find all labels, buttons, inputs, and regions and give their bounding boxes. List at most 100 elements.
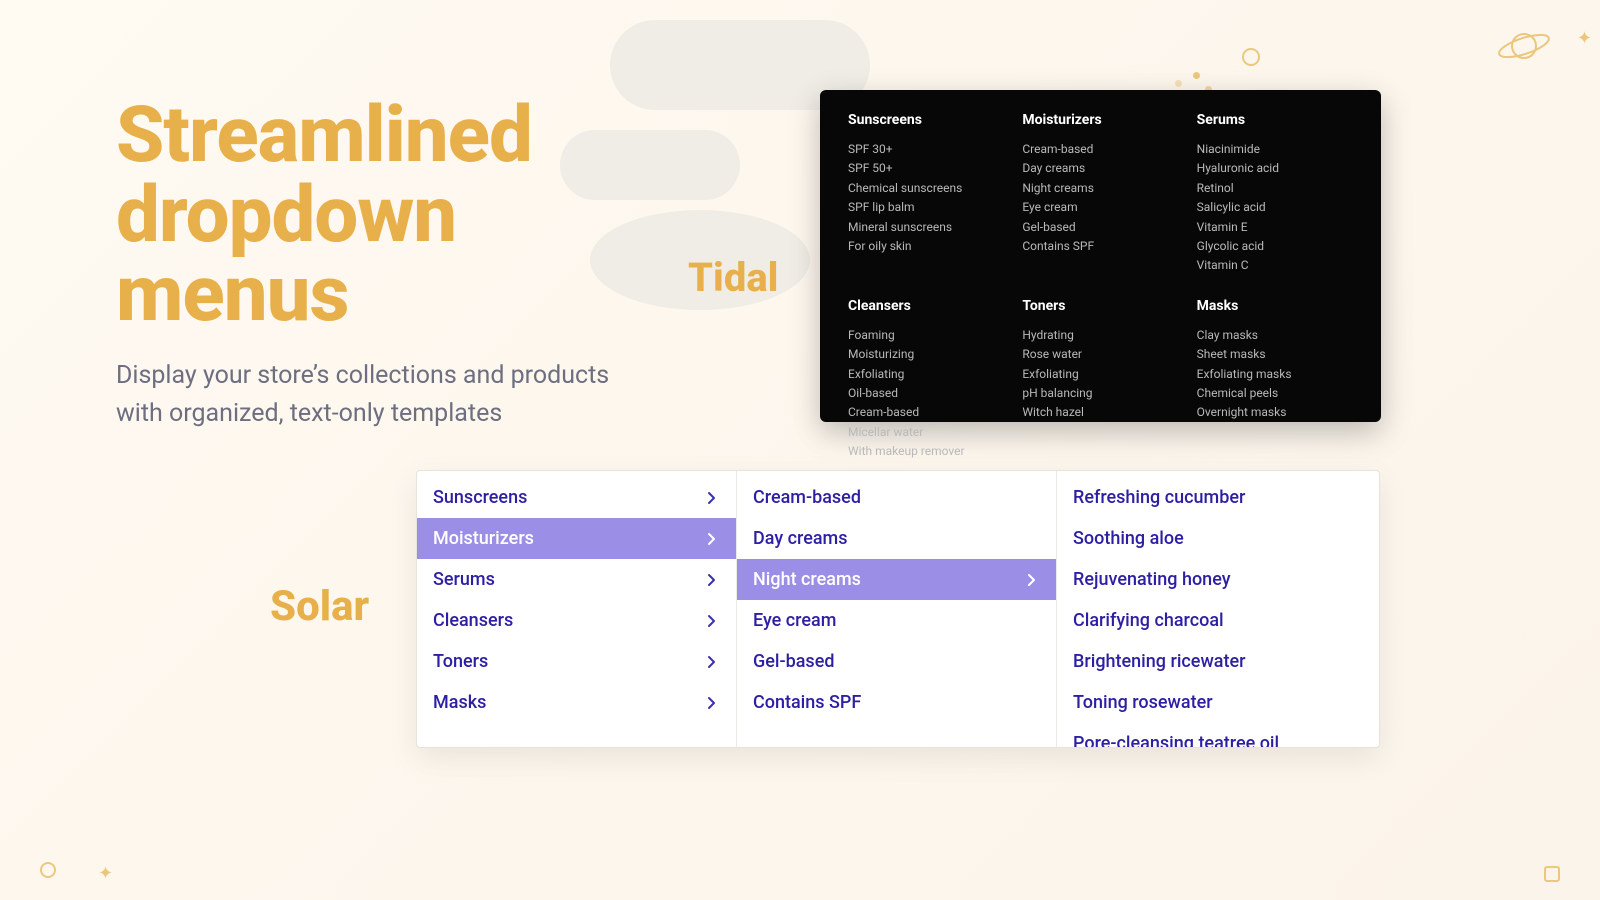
- solar-item[interactable]: Soothing aloe: [1057, 518, 1379, 559]
- tidal-item[interactable]: Foaming: [848, 326, 1004, 345]
- tidal-item[interactable]: Vitamin C: [1197, 256, 1353, 275]
- tidal-item[interactable]: Exfoliating masks: [1197, 365, 1353, 384]
- ring-icon: [1242, 48, 1260, 66]
- sparkle-icon: ✦: [1577, 28, 1592, 49]
- tidal-heading[interactable]: Sunscreens: [848, 112, 1004, 128]
- solar-item[interactable]: Sunscreens: [417, 477, 736, 518]
- tidal-item[interactable]: Oil-based: [848, 384, 1004, 403]
- solar-item-label: Eye cream: [753, 610, 836, 631]
- tidal-item[interactable]: Exfoliating: [1022, 365, 1178, 384]
- solar-item-label: Toners: [433, 651, 488, 672]
- tidal-item[interactable]: With makeup remover: [848, 442, 1004, 461]
- tidal-column: Moisturizers Cream-basedDay creamsNight c…: [1022, 112, 1178, 276]
- tidal-item[interactable]: Chemical peels: [1197, 384, 1353, 403]
- solar-item[interactable]: Eye cream: [737, 600, 1056, 641]
- template-label-tidal: Tidal: [688, 254, 778, 301]
- tidal-list: NiacinimideHyaluronic acidRetinolSalicyl…: [1197, 140, 1353, 276]
- solar-column-2: Cream-basedDay creamsNight creams Eye cre…: [737, 471, 1057, 747]
- tidal-column: Masks Clay masksSheet masksExfoliating ma…: [1197, 298, 1353, 462]
- tidal-item[interactable]: Contains SPF: [1022, 237, 1178, 256]
- tidal-list: FoamingMoisturizingExfoliatingOil-basedC…: [848, 326, 1004, 462]
- solar-item[interactable]: Serums: [417, 559, 736, 600]
- tidal-item[interactable]: pH balancing: [1022, 384, 1178, 403]
- tidal-list: Clay masksSheet masksExfoliating masksCh…: [1197, 326, 1353, 423]
- tidal-column: Sunscreens SPF 30+SPF 50+Chemical sunscre…: [848, 112, 1004, 276]
- chevron-right-icon: [704, 613, 720, 629]
- tidal-item[interactable]: SPF lip balm: [848, 198, 1004, 217]
- tidal-item[interactable]: Eye cream: [1022, 198, 1178, 217]
- solar-column-3: Refreshing cucumber Soothing aloe Rejuvena…: [1057, 471, 1379, 747]
- solar-item[interactable]: Pore-cleansing teatree oil: [1057, 723, 1379, 747]
- tidal-list: HydratingRose waterExfoliatingpH balanci…: [1022, 326, 1178, 423]
- planet-icon: [1494, 26, 1550, 70]
- tidal-heading[interactable]: Masks: [1197, 298, 1353, 314]
- tidal-item[interactable]: Retinol: [1197, 179, 1353, 198]
- tidal-item[interactable]: Exfoliating: [848, 365, 1004, 384]
- tidal-item[interactable]: Gel-based: [1022, 218, 1178, 237]
- solar-item[interactable]: Day creams: [737, 518, 1056, 559]
- tidal-item[interactable]: Hydrating: [1022, 326, 1178, 345]
- tidal-item[interactable]: Mineral sunscreens: [848, 218, 1004, 237]
- tidal-item[interactable]: Sheet masks: [1197, 345, 1353, 364]
- title-line: dropdown: [116, 170, 456, 261]
- tidal-item[interactable]: Overnight masks: [1197, 403, 1353, 422]
- tidal-heading[interactable]: Serums: [1197, 112, 1353, 128]
- chevron-right-icon: [1024, 572, 1040, 588]
- tidal-item[interactable]: Vitamin E: [1197, 218, 1353, 237]
- solar-item-label: Pore-cleansing teatree oil: [1073, 733, 1279, 747]
- tidal-item[interactable]: SPF 30+: [848, 140, 1004, 159]
- solar-item-label: Refreshing cucumber: [1073, 487, 1245, 508]
- solar-item[interactable]: Brightening ricewater: [1057, 641, 1379, 682]
- page-title: Streamlined dropdown menus: [116, 96, 716, 335]
- tidal-item[interactable]: Rose water: [1022, 345, 1178, 364]
- tidal-list: Cream-basedDay creamsNight creamsEye cre…: [1022, 140, 1178, 256]
- tidal-heading[interactable]: Moisturizers: [1022, 112, 1178, 128]
- tidal-item[interactable]: Micellar water: [848, 423, 1004, 442]
- tidal-item[interactable]: For oily skin: [848, 237, 1004, 256]
- tidal-item[interactable]: Hyaluronic acid: [1197, 159, 1353, 178]
- solar-item-label: Contains SPF: [753, 692, 861, 713]
- tidal-item[interactable]: Witch hazel: [1022, 403, 1178, 422]
- circle-icon: [40, 862, 56, 878]
- tidal-heading[interactable]: Toners: [1022, 298, 1178, 314]
- tidal-megamenu: Sunscreens SPF 30+SPF 50+Chemical sunscre…: [820, 90, 1381, 422]
- solar-item-label: Rejuvenating honey: [1073, 569, 1231, 590]
- solar-item-label: Soothing aloe: [1073, 528, 1184, 549]
- chevron-right-icon: [704, 490, 720, 506]
- tidal-item[interactable]: Day creams: [1022, 159, 1178, 178]
- solar-item-label: Toning rosewater: [1073, 692, 1213, 713]
- solar-item[interactable]: Toners: [417, 641, 736, 682]
- solar-item-label: Gel-based: [753, 651, 834, 672]
- tidal-heading[interactable]: Cleansers: [848, 298, 1004, 314]
- solar-item-label: Serums: [433, 569, 495, 590]
- solar-item[interactable]: Cleansers: [417, 600, 736, 641]
- chevron-right-icon: [704, 531, 720, 547]
- tidal-item[interactable]: Glycolic acid: [1197, 237, 1353, 256]
- solar-item-label: Sunscreens: [433, 487, 527, 508]
- tidal-item[interactable]: Cream-based: [848, 403, 1004, 422]
- tidal-item[interactable]: Moisturizing: [848, 345, 1004, 364]
- solar-item[interactable]: Moisturizers: [417, 518, 736, 559]
- chevron-right-icon: [704, 654, 720, 670]
- tidal-column: Toners HydratingRose waterExfoliatingpH b…: [1022, 298, 1178, 462]
- sparkle-icon: ✦: [98, 863, 113, 884]
- tidal-item[interactable]: Night creams: [1022, 179, 1178, 198]
- tidal-list: SPF 30+SPF 50+Chemical sunscreensSPF lip…: [848, 140, 1004, 256]
- solar-item[interactable]: Refreshing cucumber: [1057, 477, 1379, 518]
- solar-item[interactable]: Cream-based: [737, 477, 1056, 518]
- solar-item[interactable]: Masks: [417, 682, 736, 723]
- solar-item[interactable]: Clarifying charcoal: [1057, 600, 1379, 641]
- solar-item[interactable]: Contains SPF: [737, 682, 1056, 723]
- tidal-item[interactable]: Salicylic acid: [1197, 198, 1353, 217]
- solar-item[interactable]: Gel-based: [737, 641, 1056, 682]
- solar-item[interactable]: Toning rosewater: [1057, 682, 1379, 723]
- tidal-item[interactable]: Cream-based: [1022, 140, 1178, 159]
- solar-item[interactable]: Night creams: [737, 559, 1056, 600]
- tidal-item[interactable]: Niacinimide: [1197, 140, 1353, 159]
- solar-item[interactable]: Rejuvenating honey: [1057, 559, 1379, 600]
- dot-icon: [1193, 72, 1200, 79]
- tidal-column: Cleansers FoamingMoisturizingExfoliatingO…: [848, 298, 1004, 462]
- tidal-item[interactable]: Clay masks: [1197, 326, 1353, 345]
- tidal-item[interactable]: Chemical sunscreens: [848, 179, 1004, 198]
- tidal-item[interactable]: SPF 50+: [848, 159, 1004, 178]
